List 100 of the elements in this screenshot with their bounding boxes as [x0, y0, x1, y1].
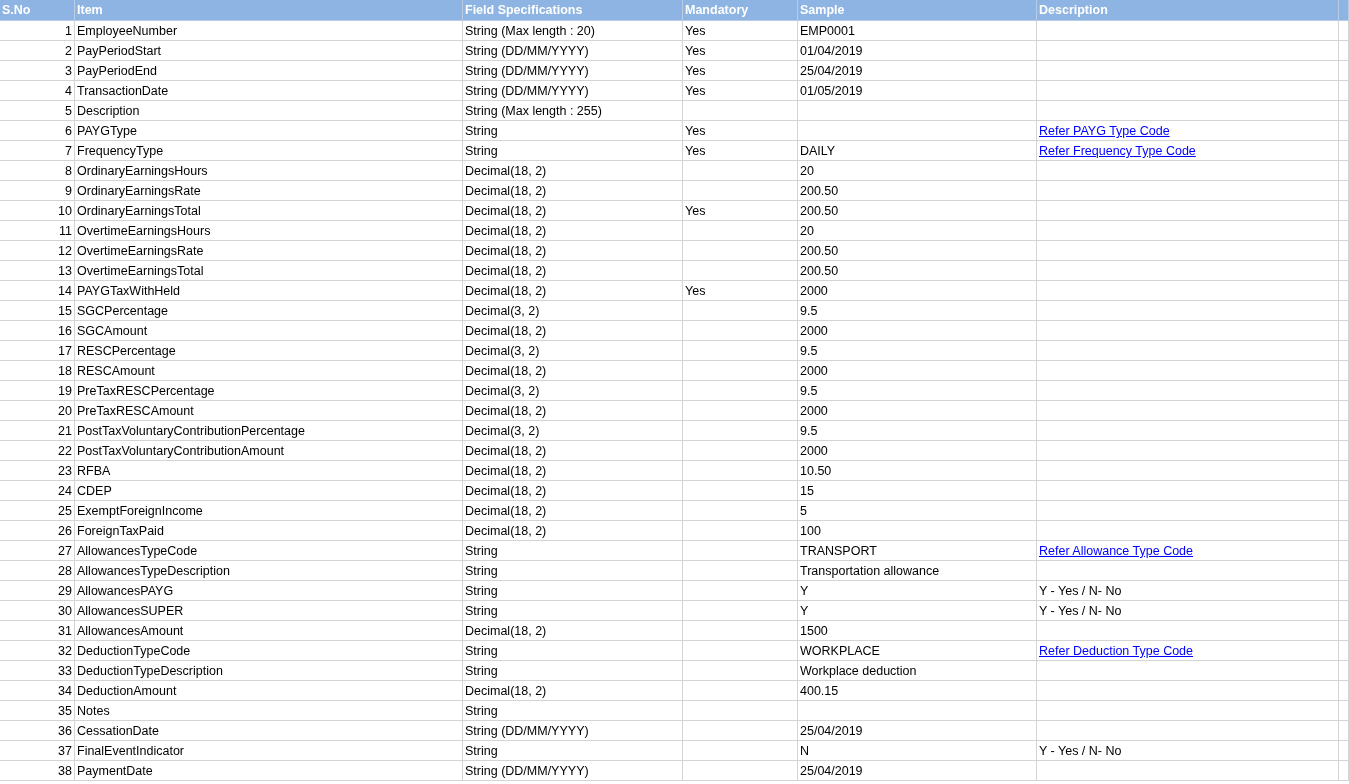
table-cell: Decimal(18, 2)	[463, 401, 683, 421]
table-cell: EMP0001	[798, 21, 1037, 41]
column-header: Item	[75, 0, 463, 21]
row-number: 18	[0, 361, 75, 381]
table-cell: 25/04/2019	[798, 721, 1037, 741]
row-number: 37	[0, 741, 75, 761]
reference-link[interactable]: Refer PAYG Type Code	[1039, 124, 1170, 138]
table-cell: DeductionAmount	[75, 681, 463, 701]
table-cell: 2000	[798, 361, 1037, 381]
row-number: 10	[0, 201, 75, 221]
empty-cell	[1339, 721, 1349, 741]
table-cell: Decimal(3, 2)	[463, 381, 683, 401]
table-cell: AllowancesPAYG	[75, 581, 463, 601]
table-cell: String	[463, 561, 683, 581]
table-cell: RESCAmount	[75, 361, 463, 381]
empty-cell	[1339, 581, 1349, 601]
header-cell	[1339, 0, 1349, 21]
table-cell: AllowancesTypeDescription	[75, 561, 463, 581]
empty-cell	[1339, 221, 1349, 241]
row-number: 33	[0, 661, 75, 681]
table-cell: CDEP	[75, 481, 463, 501]
table-cell: Transportation allowance	[798, 561, 1037, 581]
table-cell: Decimal(18, 2)	[463, 241, 683, 261]
row-number: 25	[0, 501, 75, 521]
reference-link[interactable]: Refer Allowance Type Code	[1039, 544, 1194, 558]
table-cell: 15	[798, 481, 1037, 501]
table-cell: 200.50	[798, 201, 1037, 221]
table-cell: OvertimeEarningsHours	[75, 221, 463, 241]
empty-cell	[1339, 661, 1349, 681]
table-cell: PayPeriodStart	[75, 41, 463, 61]
table-cell: String	[463, 741, 683, 761]
table-cell: Y - Yes / N- No	[1037, 581, 1339, 601]
table-cell: PostTaxVoluntaryContributionAmount	[75, 441, 463, 461]
table-cell: String	[463, 581, 683, 601]
table-cell: FinalEventIndicator	[75, 741, 463, 761]
table-cell: PostTaxVoluntaryContributionPercentage	[75, 421, 463, 441]
row-number: 38	[0, 761, 75, 781]
row-number: 23	[0, 461, 75, 481]
table-cell: RESCPercentage	[75, 341, 463, 361]
table-cell: FrequencyType	[75, 141, 463, 161]
row-number: 20	[0, 401, 75, 421]
empty-cell	[1339, 621, 1349, 641]
table-cell: 2000	[798, 441, 1037, 461]
empty-cell	[1339, 761, 1349, 781]
table-cell: Decimal(18, 2)	[463, 441, 683, 461]
empty-cell	[1339, 701, 1349, 721]
row-number: 28	[0, 561, 75, 581]
row-number: 14	[0, 281, 75, 301]
table-cell: PreTaxRESCPercentage	[75, 381, 463, 401]
table-cell: String	[463, 701, 683, 721]
reference-link[interactable]: Refer Frequency Type Code	[1039, 144, 1196, 158]
table-cell: SGCPercentage	[75, 301, 463, 321]
table-cell: TRANSPORT	[798, 541, 1037, 561]
table-cell: Y	[798, 581, 1037, 601]
table-cell: Yes	[683, 141, 798, 161]
table-cell: Decimal(18, 2)	[463, 481, 683, 501]
table-cell: 1500	[798, 621, 1037, 641]
table-cell: 10.50	[798, 461, 1037, 481]
column-header: Mandatory	[683, 0, 798, 21]
table-cell: String	[463, 121, 683, 141]
table-cell: OvertimeEarningsTotal	[75, 261, 463, 281]
table-cell: 20	[798, 161, 1037, 181]
table-cell: EmployeeNumber	[75, 21, 463, 41]
table-cell: Decimal(18, 2)	[463, 461, 683, 481]
table-cell: Decimal(3, 2)	[463, 301, 683, 321]
table-cell: PAYGType	[75, 121, 463, 141]
table-cell: 9.5	[798, 301, 1037, 321]
table-cell: 25/04/2019	[798, 61, 1037, 81]
table-cell: 01/04/2019	[798, 41, 1037, 61]
table-cell: Y	[798, 601, 1037, 621]
row-number: 6	[0, 121, 75, 141]
table-cell: String (DD/MM/YYYY)	[463, 81, 683, 101]
table-cell: AllowancesSUPER	[75, 601, 463, 621]
empty-cell	[1339, 441, 1349, 461]
table-cell: Decimal(18, 2)	[463, 521, 683, 541]
table-cell: Yes	[683, 281, 798, 301]
reference-link[interactable]: Refer Deduction Type Code	[1039, 644, 1194, 658]
row-number: 13	[0, 261, 75, 281]
table-cell: Decimal(18, 2)	[463, 501, 683, 521]
table-cell: Yes	[683, 41, 798, 61]
row-number: 1	[0, 21, 75, 41]
table-cell: DeductionTypeCode	[75, 641, 463, 661]
row-number: 16	[0, 321, 75, 341]
table-cell: String	[463, 641, 683, 661]
table-cell: String (Max length : 20)	[463, 21, 683, 41]
table-cell: Description	[75, 101, 463, 121]
table-cell: Decimal(18, 2)	[463, 201, 683, 221]
column-header: Description	[1037, 0, 1339, 21]
table-cell: 20	[798, 221, 1037, 241]
table-cell: Decimal(18, 2)	[463, 221, 683, 241]
empty-cell	[1339, 321, 1349, 341]
row-number: 3	[0, 61, 75, 81]
table-cell: ForeignTaxPaid	[75, 521, 463, 541]
table-cell: WORKPLACE	[798, 641, 1037, 661]
empty-cell	[1339, 401, 1349, 421]
table-cell: Y - Yes / N- No	[1037, 601, 1339, 621]
row-number: 35	[0, 701, 75, 721]
table-cell: 200.50	[798, 241, 1037, 261]
empty-cell	[1339, 281, 1349, 301]
empty-cell	[1339, 521, 1349, 541]
